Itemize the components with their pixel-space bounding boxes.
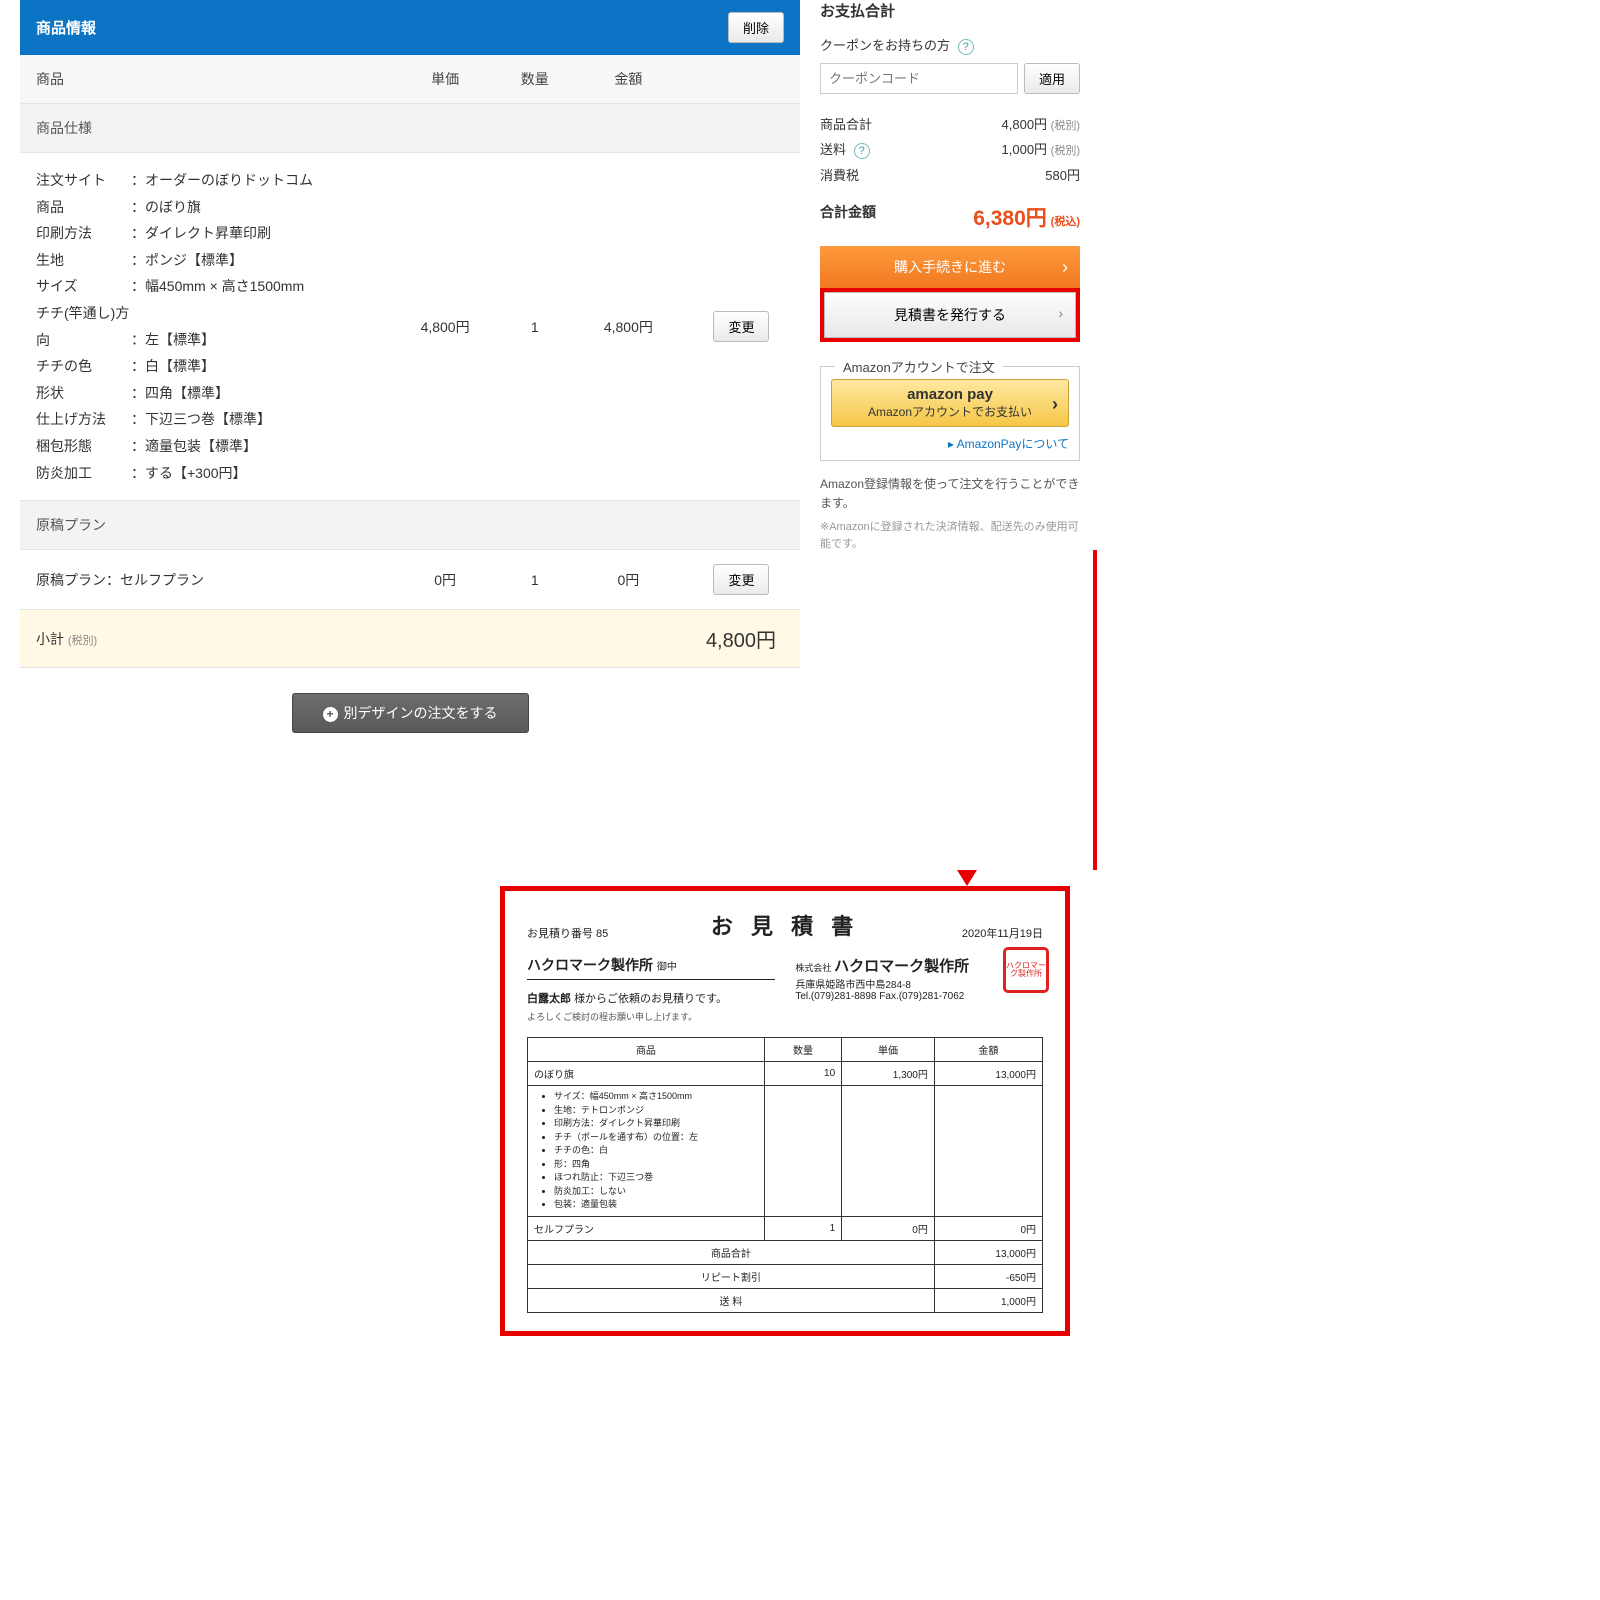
plan-unit: 0円	[394, 550, 495, 610]
change-spec-button[interactable]: 変更	[713, 311, 769, 342]
coupon-label: クーポンをお持ちの方 ?	[820, 35, 1080, 55]
col-unit: 単価	[394, 55, 495, 104]
estimate-no: お見積り番号 85	[527, 925, 608, 941]
estimate-highlight: 見積書を発行する	[820, 288, 1080, 342]
col-amount: 金額	[574, 55, 683, 104]
col-name: 商品	[20, 55, 394, 104]
amazon-pay-about-link[interactable]: ▸ AmazonPayについて	[948, 437, 1069, 451]
amazon-legend: Amazonアカウントで注文	[835, 357, 1003, 376]
callout-arrow-line	[1093, 550, 1097, 870]
spec-line: 商品：のぼり旗	[36, 194, 378, 221]
spec-unit: 4,800円	[394, 153, 495, 501]
plan-qty: 1	[496, 550, 574, 610]
company-stamp-icon: ハクロマーク製作所	[1003, 947, 1049, 993]
estimate-document: お見積り番号 85 お 見 積 書 2020年11月19日 ハクロマーク製作所 …	[500, 886, 1070, 1336]
amazon-pay-button[interactable]: amazon pay Amazonアカウントでお支払い	[831, 379, 1069, 427]
help-icon[interactable]: ?	[958, 39, 974, 55]
issue-estimate-button[interactable]: 見積書を発行する	[824, 292, 1076, 338]
section-plan: 原稿プラン	[20, 501, 800, 550]
plus-icon: +	[323, 707, 338, 722]
help-icon[interactable]: ?	[854, 143, 870, 159]
estimate-table: 商品 数量 単価 金額 のぼり旗 10 1,300円 13,000円 サイズ：幅…	[527, 1037, 1043, 1313]
amazon-note: Amazon登録情報を使って注文を行うことができます。	[820, 475, 1080, 513]
coupon-input[interactable]	[820, 63, 1018, 94]
apply-coupon-button[interactable]: 適用	[1024, 63, 1080, 94]
total-row: 合計金額 6,380円 (税込)	[820, 202, 1080, 232]
spec-line: 梱包形態：適量包装【標準】	[36, 433, 378, 460]
spec-line: チチの色：白【標準】	[36, 353, 378, 380]
estimate-title: お 見 積 書	[711, 909, 859, 941]
spec-line: サイズ：幅450mm × 高さ1500mm	[36, 273, 378, 300]
plan-row: 原稿プラン：セルフプラン 0円 1 0円 変更	[20, 550, 800, 610]
spec-line: 生地：ポンジ【標準】	[36, 247, 378, 274]
subtotal-value: 4,800円	[496, 610, 800, 668]
spec-amount: 4,800円	[574, 153, 683, 501]
spec-line: 形状：四角【標準】	[36, 380, 378, 407]
product-info-title: 商品情報	[36, 17, 96, 38]
delete-button[interactable]: 削除	[728, 12, 784, 43]
summary-row: 送料 ?1,000円 (税別)	[820, 139, 1080, 159]
col-action	[683, 55, 800, 104]
proceed-checkout-button[interactable]: 購入手続きに進む	[820, 246, 1080, 288]
estimate-sum-row: 商品合計13,000円	[528, 1240, 1043, 1264]
col-qty: 数量	[496, 55, 574, 104]
summary-row: 消費税580円	[820, 165, 1080, 184]
specs-list: 注文サイト：オーダーのぼりドットコム商品：のぼり旗印刷方法：ダイレクト昇華印刷生…	[36, 167, 378, 486]
product-info-header: 商品情報 削除	[20, 0, 800, 55]
estimate-sum-row: 送 料1,000円	[528, 1288, 1043, 1312]
estimate-item-specs: サイズ：幅450mm × 高さ1500mm生地：テトロンポンジ印刷方法：ダイレク…	[534, 1090, 758, 1212]
spec-row: 注文サイト：オーダーのぼりドットコム商品：のぼり旗印刷方法：ダイレクト昇華印刷生…	[20, 153, 800, 501]
spec-qty: 1	[496, 153, 574, 501]
estimate-date: 2020年11月19日	[962, 925, 1043, 941]
change-plan-button[interactable]: 変更	[713, 564, 769, 595]
add-design-button[interactable]: +別デザインの注文をする	[292, 693, 529, 733]
amazon-fieldset: Amazonアカウントで注文 amazon pay Amazonアカウントでお支…	[820, 366, 1080, 461]
payment-summary-title: お支払合計	[820, 0, 1080, 21]
plan-amount: 0円	[574, 550, 683, 610]
product-table: 商品 単価 数量 金額 商品仕様 注文サイト：オーダーのぼりドットコム商品：のぼ…	[20, 55, 800, 668]
spec-line: チチ(竿通し)方向：左【標準】	[36, 300, 378, 353]
callout-arrow-head	[957, 870, 977, 886]
subtotal-row: 小計 (税別) 4,800円	[20, 610, 800, 668]
estimate-sum-row: リピート割引-650円	[528, 1264, 1043, 1288]
spec-line: 仕上げ方法：下辺三つ巻【標準】	[36, 406, 378, 433]
spec-line: 印刷方法：ダイレクト昇華印刷	[36, 220, 378, 247]
summary-row: 商品合計4,800円 (税別)	[820, 114, 1080, 133]
amazon-note-small: ※Amazonに登録された決済情報、配送先のみ使用可能です。	[820, 519, 1080, 552]
section-spec: 商品仕様	[20, 104, 800, 153]
spec-line: 防炎加工：する【+300円】	[36, 460, 378, 487]
spec-line: 注文サイト：オーダーのぼりドットコム	[36, 167, 378, 194]
